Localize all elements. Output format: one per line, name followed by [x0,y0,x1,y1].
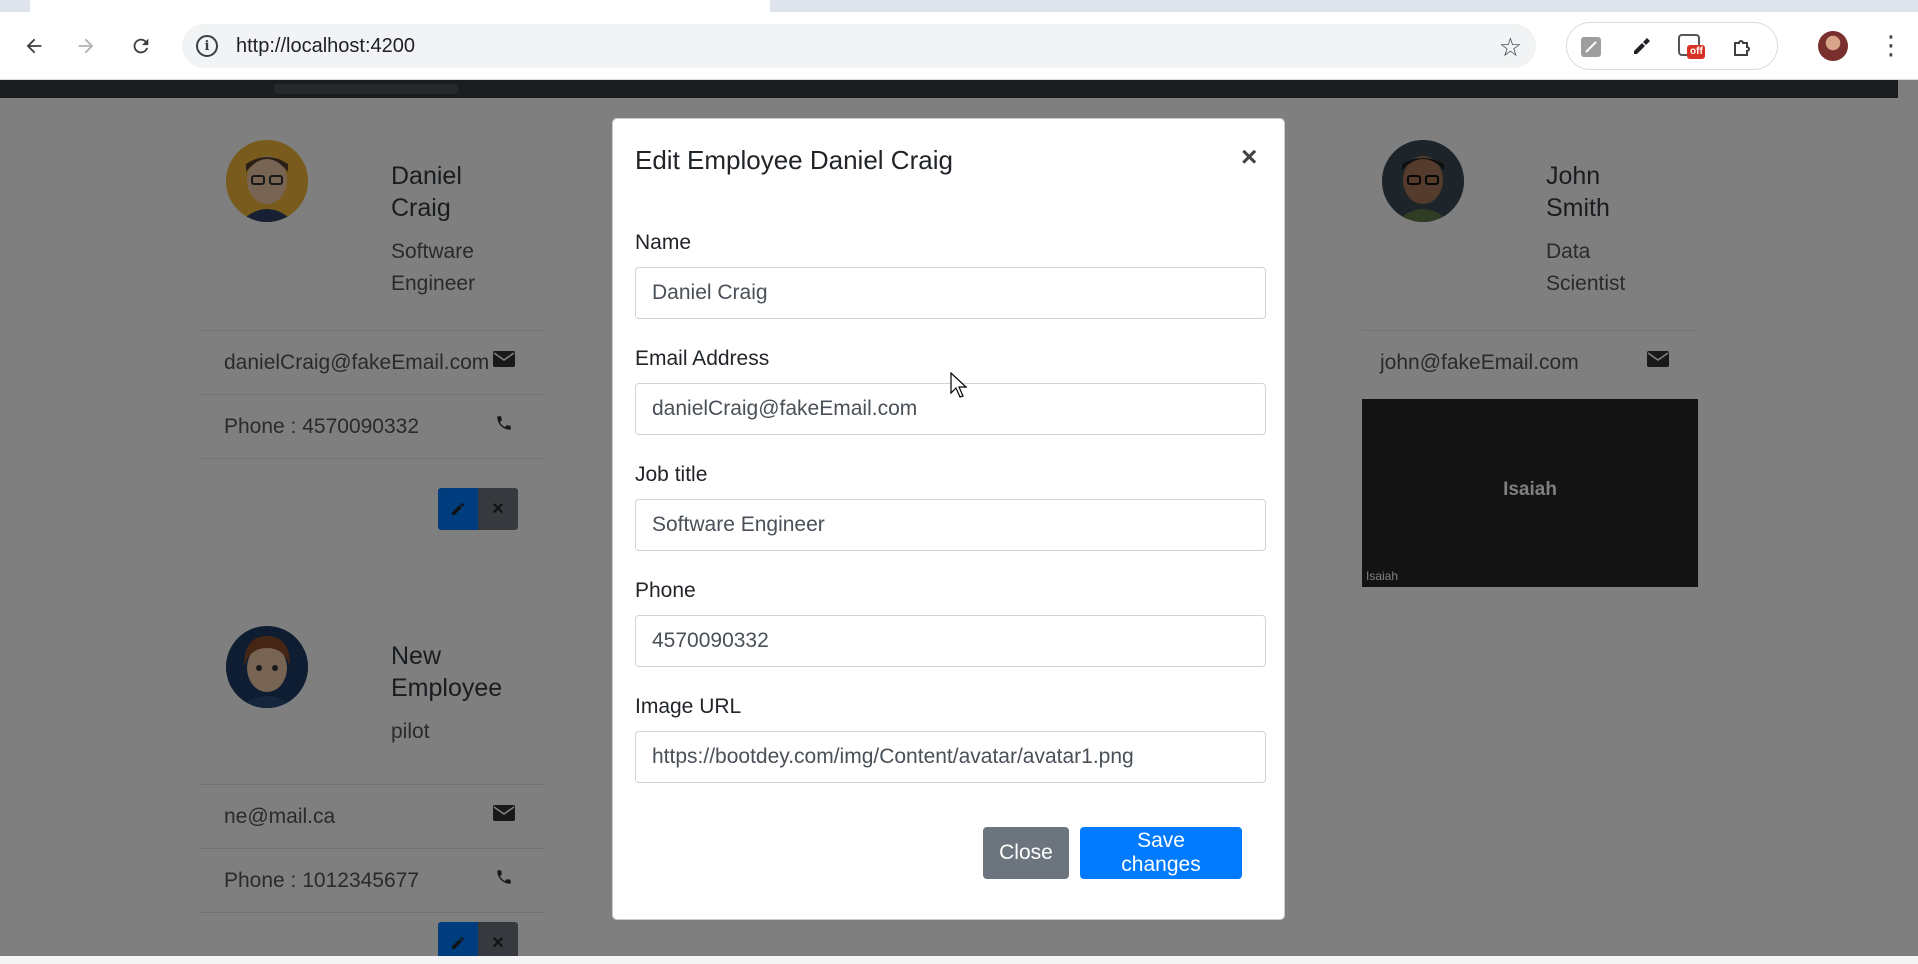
menu-kebab-icon[interactable]: ⋮ [1878,30,1904,61]
close-icon[interactable]: × [1241,143,1257,171]
mouse-cursor-icon [950,372,968,398]
extension-icon[interactable] [1577,33,1605,61]
puzzle-extensions-icon[interactable] [1729,33,1757,61]
phone-label: Phone [635,579,696,602]
bottom-strip [0,956,1918,964]
image-url-input[interactable] [635,731,1266,783]
phone-input[interactable] [635,615,1266,667]
email-label: Email Address [635,347,770,370]
job-title-input[interactable] [635,499,1266,551]
profile-avatar[interactable] [1818,31,1848,61]
modal-title: Edit Employee Daniel Craig [635,145,953,175]
bookmark-star-icon[interactable]: ☆ [1499,32,1522,63]
extension-off-badge-icon[interactable]: off [1677,33,1705,61]
extensions-group: off [1566,22,1778,70]
close-button[interactable]: Close [983,827,1069,879]
save-changes-button[interactable]: Save changes [1080,827,1242,879]
site-info-icon[interactable]: i [196,35,218,57]
address-bar[interactable]: i http://localhost:4200 ☆ [182,24,1536,68]
reload-icon[interactable] [125,30,157,62]
image-url-label: Image URL [635,695,742,718]
forward-icon[interactable] [70,30,102,62]
active-tab[interactable] [30,0,770,12]
tab-strip [0,0,1918,12]
name-input[interactable] [635,267,1266,319]
job-title-label: Job title [635,463,708,486]
back-icon[interactable] [18,30,50,62]
extension-badge-text: off [1690,46,1703,57]
edit-employee-modal: Edit Employee Daniel Craig × Name Email … [612,118,1285,920]
url-text: http://localhost:4200 [236,35,416,57]
name-label: Name [635,231,692,254]
eyedropper-icon[interactable] [1627,33,1655,61]
browser-toolbar: i http://localhost:4200 ☆ off ⋮ [0,0,1918,80]
